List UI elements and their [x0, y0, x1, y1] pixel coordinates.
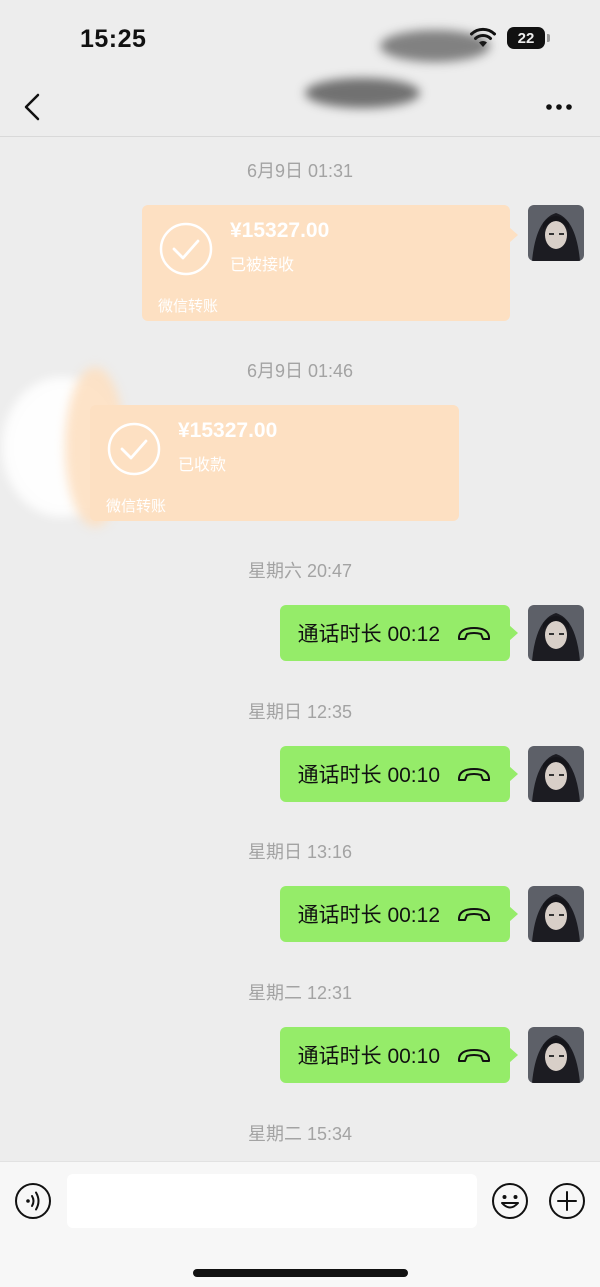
- home-indicator[interactable]: [193, 1269, 408, 1277]
- battery-cap: [547, 34, 550, 42]
- input-bar: [0, 1161, 600, 1287]
- call-duration: 通话时长 00:12: [297, 623, 440, 646]
- transfer-status: 已被接收: [230, 257, 295, 274]
- phone-hangup-icon: [458, 1049, 490, 1062]
- phone-hangup-icon: [458, 908, 490, 921]
- plus-icon[interactable]: [548, 1182, 586, 1220]
- contact-name-smudge: [305, 78, 420, 108]
- transfer-card-received[interactable]: ¥15327.00 已收款 微信转账: [90, 405, 459, 521]
- chat-area[interactable]: 6月9日 01:31 ¥15327.00 已被接收 微信转账 6月9日 01:4…: [0, 137, 600, 1161]
- transfer-caption: 微信转账: [106, 498, 167, 515]
- transfer-amount: ¥15327.00: [230, 219, 330, 242]
- battery-indicator: 22: [507, 27, 550, 49]
- message-timestamp: 星期六 20:47: [247, 561, 353, 581]
- voice-icon[interactable]: [14, 1182, 52, 1220]
- phone-hangup-icon: [458, 627, 490, 640]
- transfer-card-sent[interactable]: ¥15327.00 已被接收 微信转账: [142, 205, 518, 321]
- privacy-smudge: [380, 30, 490, 62]
- message-timestamp: 星期二 12:31: [247, 983, 353, 1003]
- transfer-amount: ¥15327.00: [178, 419, 278, 442]
- call-record-bubble[interactable]: 通话时长 00:12: [279, 605, 519, 661]
- call-record-bubble[interactable]: 通话时长 00:12: [279, 886, 519, 942]
- message-timestamp: 6月9日 01:31: [246, 161, 354, 181]
- call-duration: 通话时长 00:12: [297, 904, 440, 927]
- nav-bar: [0, 78, 600, 137]
- avatar[interactable]: [528, 205, 584, 261]
- emoji-icon[interactable]: [491, 1182, 529, 1220]
- battery-level: 22: [507, 27, 545, 49]
- message-timestamp: 星期日 13:16: [247, 842, 353, 862]
- check-circle-icon: [159, 222, 213, 276]
- message-timestamp: 星期二 15:34: [247, 1124, 353, 1144]
- chevron-left-icon[interactable]: [18, 90, 48, 124]
- check-circle-icon: [107, 422, 161, 476]
- phone-hangup-icon: [458, 768, 490, 781]
- call-duration: 通话时长 00:10: [297, 1045, 440, 1068]
- message-timestamp: 星期日 12:35: [247, 702, 353, 722]
- status-time: 15:25: [80, 25, 147, 53]
- call-record-bubble[interactable]: 通话时长 00:10: [279, 1027, 519, 1083]
- avatar[interactable]: [528, 605, 584, 661]
- status-bar: 15:25 22: [0, 0, 600, 78]
- avatar[interactable]: [528, 1027, 584, 1083]
- avatar[interactable]: [528, 886, 584, 942]
- message-input[interactable]: [67, 1174, 477, 1228]
- avatar[interactable]: [528, 746, 584, 802]
- transfer-status: 已收款: [178, 457, 227, 474]
- call-duration: 通话时长 00:10: [297, 764, 440, 787]
- transfer-caption: 微信转账: [158, 298, 219, 315]
- call-record-bubble[interactable]: 通话时长 00:10: [279, 746, 519, 802]
- more-horizontal-icon[interactable]: [544, 94, 574, 120]
